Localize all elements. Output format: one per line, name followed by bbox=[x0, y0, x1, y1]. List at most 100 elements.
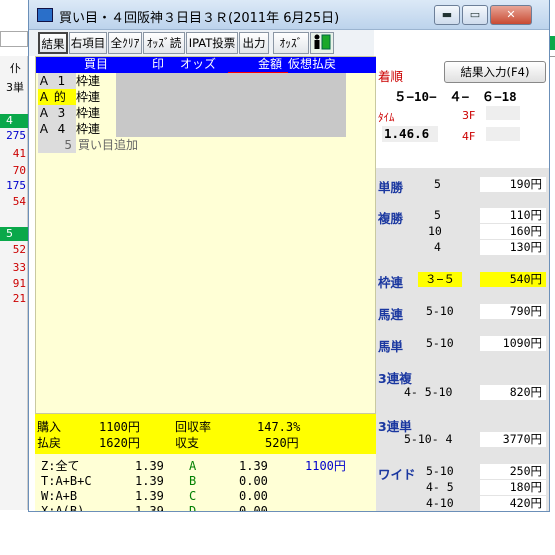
stat-value: 1.39 bbox=[135, 474, 164, 488]
purchase-label: 購入 bbox=[37, 420, 62, 434]
bg-green-row-1: 4 bbox=[0, 114, 28, 128]
wide-combo: 5-10 bbox=[426, 464, 454, 478]
stat-group-value: 0.00 bbox=[239, 474, 268, 488]
stat-group: C bbox=[189, 489, 197, 503]
person-icon bbox=[314, 34, 331, 50]
stat-group-value: 0.00 bbox=[239, 504, 268, 512]
header-amount: 金額 bbox=[258, 57, 283, 71]
header-mark: 印 bbox=[152, 57, 165, 71]
fukusho-amount: 110円 bbox=[480, 208, 546, 223]
minimize-button[interactable]: ▬ bbox=[434, 5, 460, 25]
sanrenpuku-combo: 4- 5-10 bbox=[404, 385, 453, 399]
output-button[interactable]: 出力 bbox=[239, 32, 269, 54]
bg-cell: 54 bbox=[12, 195, 26, 208]
result-top: 着順 結果入力(F4) ５−10− ４− ６−18 ﾀｲﾑ 3F 1.46.6 … bbox=[376, 56, 549, 168]
odds-read-button[interactable]: ｵｯｽﾞ読 bbox=[143, 32, 185, 54]
payout-label: 払戻 bbox=[37, 436, 62, 450]
person-button[interactable] bbox=[310, 32, 334, 54]
bg-col-label: 3単 bbox=[6, 81, 24, 94]
umatan-label: 馬単 bbox=[378, 339, 404, 354]
stat-group: A bbox=[189, 459, 197, 473]
stats-panel: Z:全て 1.39 A 1.39 1100円 T:A+B+C 1.39 B 0.… bbox=[35, 454, 376, 512]
umaren-label: 馬連 bbox=[378, 307, 404, 322]
f3-field[interactable] bbox=[486, 106, 520, 120]
time-value[interactable]: 1.46.6 bbox=[382, 126, 438, 142]
balance-value: 520円 bbox=[265, 436, 299, 450]
close-button[interactable]: ✕ bbox=[490, 5, 532, 25]
wide-amount: 180円 bbox=[480, 480, 546, 495]
payout-list: 単勝 5 190円 複勝 5 110円 10 160円 4 130円 枠連 ３−… bbox=[376, 168, 549, 511]
wide-amount: 420円 bbox=[480, 496, 546, 511]
stat-key: T:A+B+C bbox=[41, 474, 92, 488]
tansho-label: 単勝 bbox=[378, 180, 404, 195]
stat-group: D bbox=[189, 504, 197, 512]
bet-table-header: 買目 印 オッズ 金額 仮想払戻 bbox=[36, 57, 377, 73]
bg-cell: 21 bbox=[12, 292, 26, 305]
fukusho-amount: 130円 bbox=[480, 240, 546, 255]
recovery-value: 147.3% bbox=[257, 420, 301, 434]
right-items-button[interactable]: 右項目 bbox=[69, 32, 107, 54]
stat-group: B bbox=[189, 474, 197, 488]
result-panel: 着順 結果入力(F4) ５−10− ４− ６−18 ﾀｲﾑ 3F 1.46.6 … bbox=[376, 56, 549, 511]
umaren-amount: 790円 bbox=[480, 304, 546, 319]
umaren-combo: 5-10 bbox=[426, 304, 454, 318]
bet-num: 4 bbox=[57, 122, 66, 136]
umatan-amount: 1090円 bbox=[480, 336, 546, 351]
bg-cell: 41 bbox=[12, 147, 26, 160]
bet-mark: Ａ bbox=[38, 122, 51, 136]
tansho-combo: 5 bbox=[434, 177, 441, 191]
result-input-button[interactable]: 結果入力(F4) bbox=[444, 61, 546, 83]
bg-cell: 175 bbox=[6, 179, 26, 192]
odds-button[interactable]: ｵｯｽﾞ bbox=[273, 32, 309, 54]
bet-num: 的 bbox=[53, 90, 66, 104]
header-bet: 買目 bbox=[84, 57, 109, 71]
time-label: ﾀｲﾑ bbox=[378, 111, 395, 124]
result-tab-button[interactable]: 結果 bbox=[38, 32, 68, 54]
ipat-vote-button[interactable]: IPAT投票 bbox=[186, 32, 238, 54]
tansho-amount: 190円 bbox=[480, 177, 546, 192]
bet-detail-block[interactable] bbox=[116, 73, 346, 137]
stat-group-value: 0.00 bbox=[239, 489, 268, 503]
bet-type: 枠連 bbox=[76, 73, 116, 89]
clear-all-button[interactable]: 全ｸﾘｱ bbox=[108, 32, 142, 54]
sanrentan-combo: 5-10- 4 bbox=[404, 432, 453, 446]
purchase-value: 1100円 bbox=[99, 420, 140, 434]
bet-num: 3 bbox=[57, 106, 66, 120]
stat-key: W:A+B bbox=[41, 489, 78, 503]
fukusho-combo: 4 bbox=[434, 240, 441, 254]
f4-label: 4F bbox=[462, 130, 476, 143]
bg-cell: 33 bbox=[12, 261, 26, 274]
title-bar[interactable]: 買い目・４回阪神３日目３Ｒ(2011年 6月25日) ▬ ▭ ✕ bbox=[29, 0, 549, 30]
wide-combo: 4-10 bbox=[426, 496, 454, 510]
bg-cell: 275 bbox=[6, 129, 26, 142]
bet-mark: Ａ bbox=[38, 74, 51, 88]
bet-type: 枠連 bbox=[76, 105, 116, 121]
wide-combo: 4- 5 bbox=[426, 480, 454, 494]
wide-label: ワイド bbox=[378, 467, 416, 482]
header-odds: オッズ bbox=[180, 57, 217, 71]
balance-label: 収支 bbox=[175, 436, 200, 450]
stat-value: 1.39 bbox=[135, 459, 164, 473]
bg-cell: 52 bbox=[12, 243, 26, 256]
wide-amount: 250円 bbox=[480, 464, 546, 479]
f3-label: 3F bbox=[462, 109, 476, 122]
window-title: 買い目・４回阪神３日目３Ｒ(2011年 6月25日) bbox=[59, 11, 340, 26]
bg-textbox bbox=[0, 31, 28, 47]
recovery-label: 回収率 bbox=[175, 420, 212, 434]
wakuren-label: 枠連 bbox=[378, 275, 404, 290]
bg-cell: 70 bbox=[12, 164, 26, 177]
stat-amount: 1100円 bbox=[305, 459, 346, 473]
bg-top-char: 仆 bbox=[10, 62, 21, 75]
bet-num: 1 bbox=[57, 74, 66, 88]
bg-green-row-2: 5 bbox=[0, 227, 28, 241]
header-virtual-payout: 仮想払戻 bbox=[288, 57, 337, 71]
wakuren-amount: 540円 bbox=[480, 272, 546, 287]
sanrentan-amount: 3770円 bbox=[480, 432, 546, 447]
bg-cell: 91 bbox=[12, 277, 26, 290]
order-label: 着順 bbox=[378, 69, 404, 84]
maximize-button[interactable]: ▭ bbox=[462, 5, 488, 25]
fukusho-amount: 160円 bbox=[480, 224, 546, 239]
stat-group-value: 1.39 bbox=[239, 459, 268, 473]
f4-field[interactable] bbox=[486, 127, 520, 141]
fukusho-combo: 10 bbox=[428, 224, 442, 238]
